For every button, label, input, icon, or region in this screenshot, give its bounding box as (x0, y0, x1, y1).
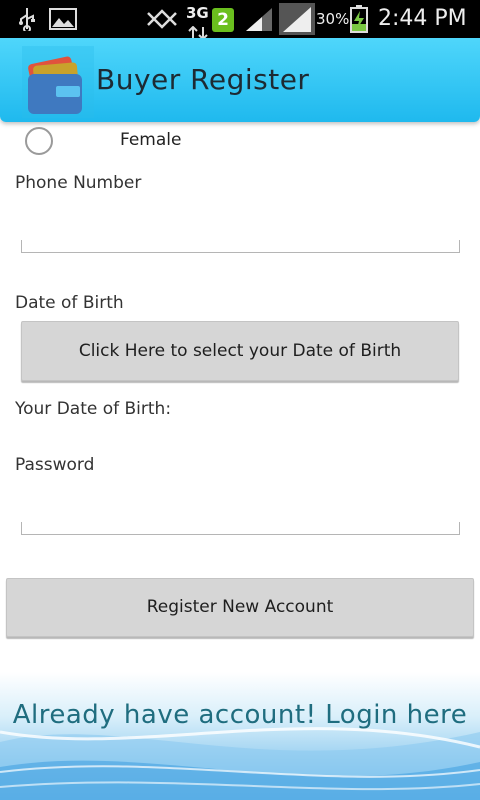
password-label: Password (15, 455, 95, 475)
signal-icon (244, 6, 274, 32)
phone-number-input[interactable] (21, 240, 460, 253)
mute-icon (146, 6, 178, 32)
page-title: Buyer Register (96, 63, 310, 96)
usb-icon (16, 6, 38, 32)
date-of-birth-label: Date of Birth (15, 293, 124, 313)
phone-number-label: Phone Number (15, 173, 142, 193)
clock: 2:44 PM (378, 6, 467, 31)
footer-wave-background (0, 672, 480, 800)
image-icon (49, 6, 77, 32)
register-new-account-button[interactable]: Register New Account (6, 578, 474, 637)
wallet-card-icon[interactable] (22, 46, 94, 118)
battery-charging-icon (350, 5, 368, 33)
female-radio[interactable] (25, 127, 53, 155)
password-input[interactable] (21, 522, 460, 535)
action-bar: Buyer Register (0, 38, 480, 122)
login-link[interactable]: Already have account! Login here (0, 700, 480, 730)
select-date-of-birth-button[interactable]: Click Here to select your Date of Birth (21, 321, 459, 381)
notification-badge: 2 (212, 7, 234, 33)
status-bar: 3G 2 30% 2:44 PM (0, 0, 480, 40)
signal-full-icon (279, 3, 315, 35)
date-of-birth-display: Your Date of Birth: (15, 399, 172, 419)
female-radio-label: Female (120, 130, 182, 150)
battery-percent: 30% (316, 10, 350, 28)
